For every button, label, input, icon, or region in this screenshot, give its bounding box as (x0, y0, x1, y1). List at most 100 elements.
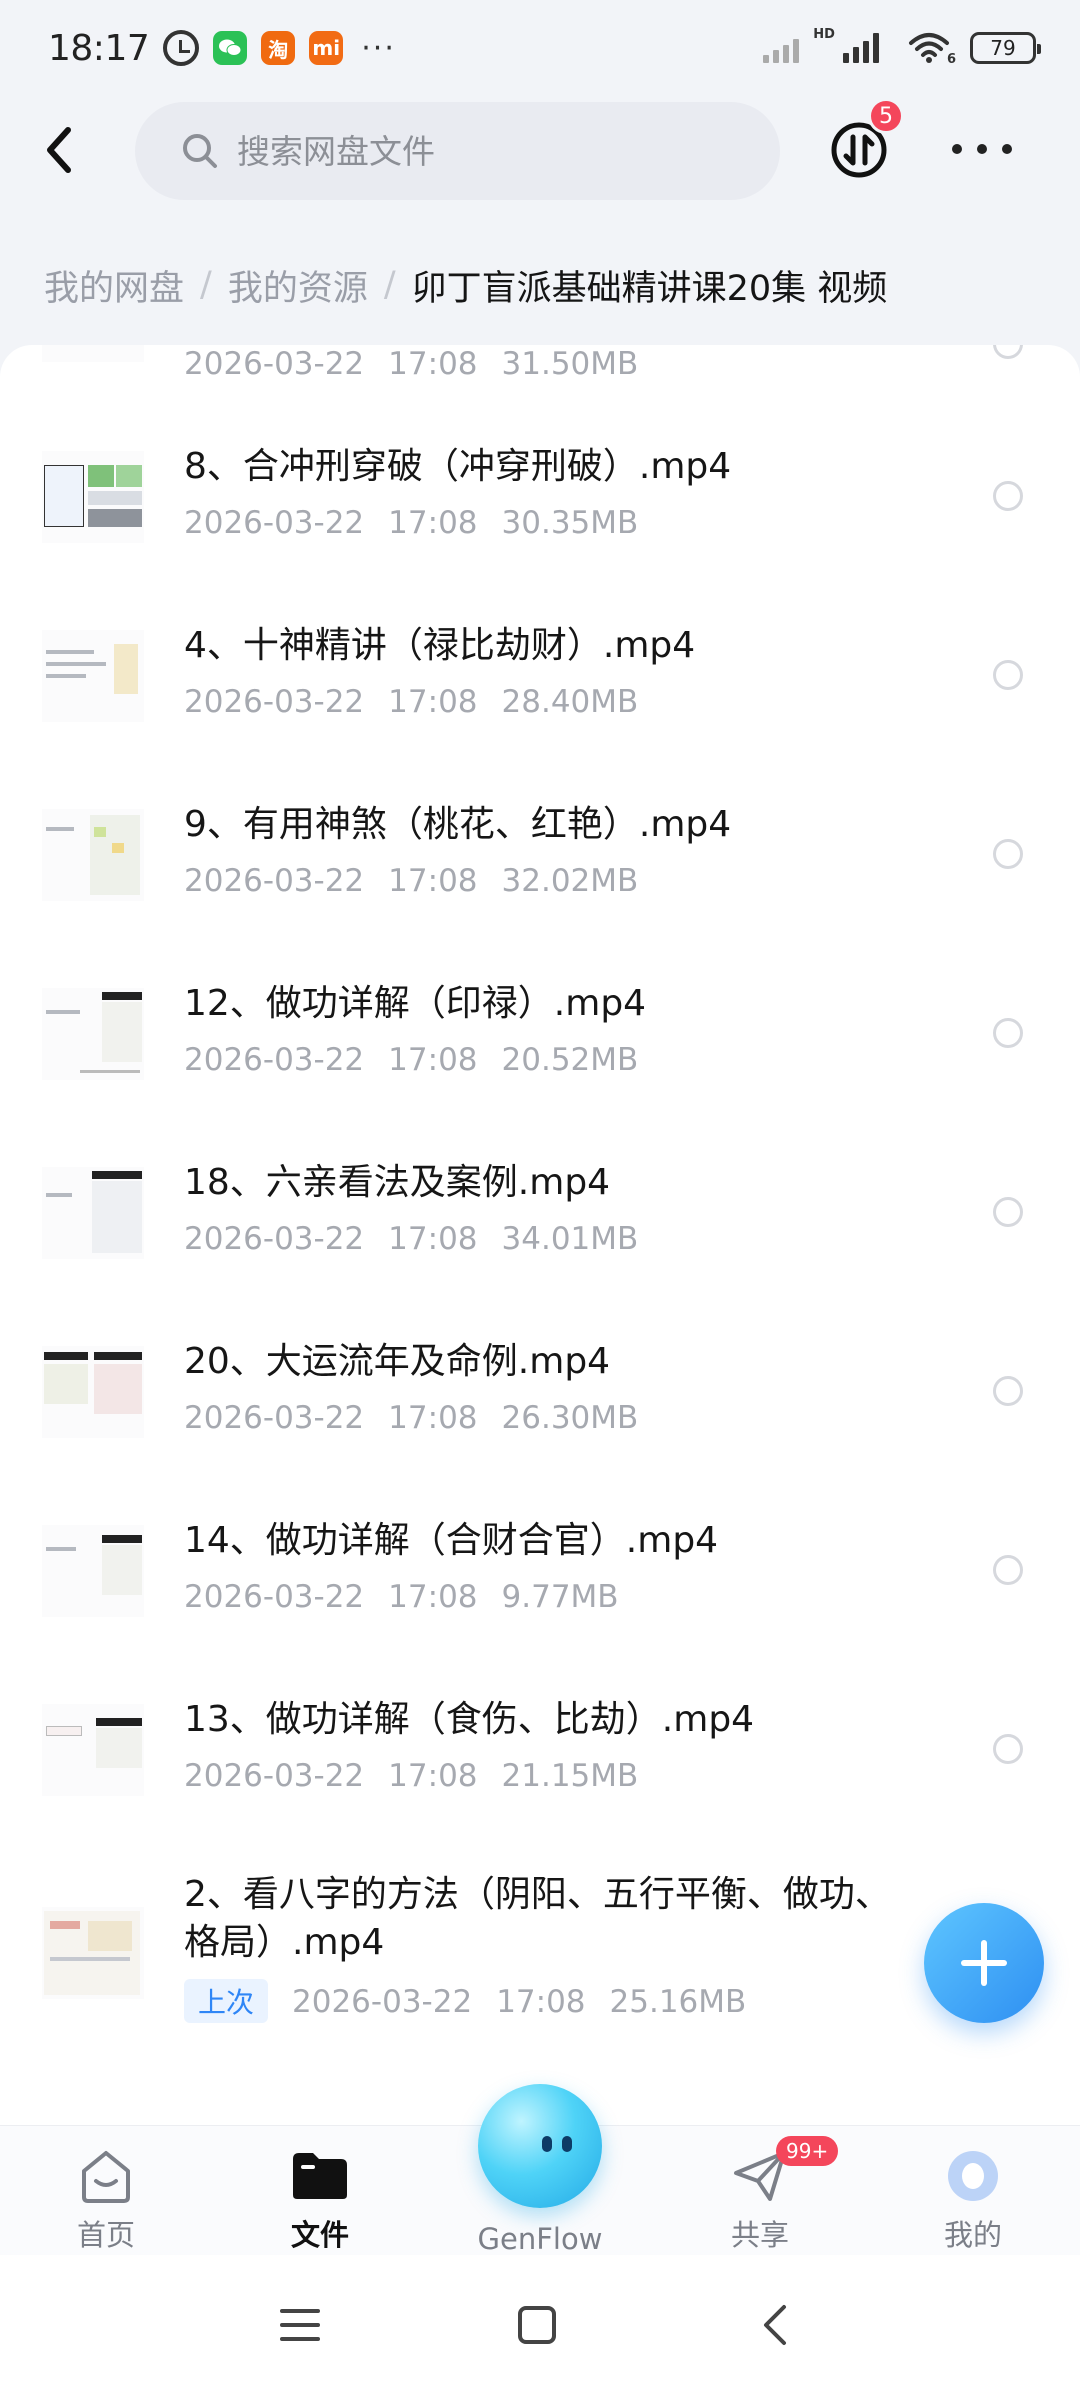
chevron-left-icon (764, 2305, 786, 2345)
file-name: 20、大运流年及命例.mp4 (184, 1341, 611, 1382)
file-row[interactable]: 13、做功详解（食伤、比劫）.mp4 2026-03-22 17:08 21.15M… (0, 1660, 1080, 1839)
file-time: 17:08 (388, 1042, 478, 1078)
file-time: 17:08 (388, 684, 478, 720)
status-time: 18:17 (48, 27, 150, 69)
file-row[interactable]: 9、有用神煞（桃花、红艳）.mp4 2026-03-22 17:08 32.02MB (0, 765, 1080, 944)
video-thumbnail (42, 345, 144, 362)
file-name: 12、做功详解（印禄）.mp4 (184, 983, 647, 1024)
breadcrumb-separator: / (200, 265, 212, 305)
file-name: 18、六亲看法及案例.mp4 (184, 1162, 611, 1203)
file-name: 14、做功详解（合财合官）.mp4 (184, 1520, 719, 1561)
more-dot-icon (1002, 144, 1012, 154)
nav-me[interactable]: 我的 (903, 2148, 1043, 2254)
file-meta: 2026-03-22 17:08 21.15MB (184, 1758, 638, 1794)
file-size: 31.50MB (501, 346, 639, 382)
file-date: 2026-03-22 (184, 346, 365, 382)
nav-genflow[interactable]: GenFlow (470, 2222, 610, 2256)
search-bar[interactable] (135, 102, 780, 200)
recents-button[interactable] (270, 2295, 330, 2355)
file-row[interactable]: 8、合冲刑穿破（冲穿刑破）.mp4 2026-03-22 17:08 30.35MB (0, 407, 1080, 586)
back-button[interactable] (36, 120, 84, 180)
file-row[interactable]: 4、十神精讲（禄比劫财）.mp4 2026-03-22 17:08 28.40MB (0, 586, 1080, 765)
add-button[interactable] (924, 1903, 1044, 2023)
file-time: 17:08 (388, 346, 478, 382)
menu-icon (280, 2309, 320, 2341)
top-bar: 5 (0, 96, 1080, 220)
file-date: 2026-03-22 (184, 1042, 365, 1078)
file-meta: 2026-03-22 17:08 9.77MB (184, 1579, 619, 1615)
status-more-icon: ··· (361, 30, 396, 66)
file-row[interactable]: 12、做功详解（印禄）.mp4 2026-03-22 17:08 20.52MB (0, 944, 1080, 1123)
last-played-tag: 上次 (184, 1979, 269, 2023)
nav-me-label: 我的 (943, 2218, 1002, 2252)
select-radio[interactable] (993, 839, 1023, 869)
file-time: 17:08 (496, 1984, 586, 2020)
video-thumbnail (42, 451, 144, 543)
nav-genflow-label: GenFlow (477, 2222, 603, 2256)
wifi-icon: 6 (907, 30, 956, 67)
select-radio[interactable] (993, 481, 1023, 511)
file-size: 21.15MB (501, 1758, 639, 1794)
file-date: 2026-03-22 (184, 505, 365, 541)
file-meta: 2026-03-22 17:08 32.02MB (184, 863, 638, 899)
select-radio[interactable] (993, 1734, 1023, 1764)
select-radio[interactable] (993, 1376, 1023, 1406)
file-size: 25.16MB (609, 1984, 747, 2020)
file-name: 9、有用神煞（桃花、红艳）.mp4 (184, 804, 732, 845)
file-row[interactable]: 18、六亲看法及案例.mp4 2026-03-22 17:08 34.01MB (0, 1123, 1080, 1302)
file-size: 34.01MB (501, 1221, 639, 1257)
nav-home-label: 首页 (76, 2218, 135, 2252)
file-name: 13、做功详解（食伤、比劫）.mp4 (184, 1699, 755, 1740)
breadcrumb-parent[interactable]: 我的资源 (228, 260, 368, 311)
file-time: 17:08 (388, 1579, 478, 1615)
avatar-icon (943, 2148, 1003, 2204)
nav-files[interactable]: 文件 (250, 2148, 390, 2254)
status-bar: 18:17 淘 mi ··· HD 6 79 (0, 0, 1080, 96)
file-size: 32.02MB (501, 863, 639, 899)
file-meta: 2026-03-22 17:08 26.30MB (184, 1400, 638, 1436)
video-thumbnail (42, 630, 144, 722)
signal-icon-sim2 (763, 33, 800, 63)
file-time: 17:08 (388, 863, 478, 899)
file-time: 17:08 (388, 505, 478, 541)
more-options-button[interactable] (952, 134, 1012, 164)
file-time: 17:08 (388, 1221, 478, 1257)
file-size: 20.52MB (501, 1042, 639, 1078)
select-radio[interactable] (993, 660, 1023, 690)
file-date: 2026-03-22 (184, 863, 365, 899)
wechat-icon (213, 31, 248, 65)
nav-share-label: 共享 (730, 2218, 789, 2252)
file-name-line1: 2、看八字的方法（阴阳、五行平衡、做功、 (184, 1874, 891, 1915)
file-row[interactable]: 2、看八字的方法（阴阳、五行平衡、做功、 格局）.mp4 上次 2026-03-2… (0, 1839, 1080, 2059)
file-date: 2026-03-22 (184, 684, 365, 720)
breadcrumb-separator: / (383, 265, 396, 305)
file-time: 17:08 (388, 1758, 478, 1794)
breadcrumb-root[interactable]: 我的网盘 (44, 260, 184, 311)
system-back-button[interactable] (745, 2295, 805, 2355)
search-input[interactable] (237, 131, 717, 171)
select-radio[interactable] (993, 1197, 1023, 1227)
nav-home[interactable]: 首页 (36, 2148, 176, 2254)
home-button[interactable] (507, 2295, 567, 2355)
file-row[interactable]: 20、大运流年及命例.mp4 2026-03-22 17:08 26.30MB (0, 1302, 1080, 1481)
genflow-orb-icon[interactable] (478, 2084, 602, 2208)
video-thumbnail (42, 809, 144, 901)
select-radio[interactable] (993, 345, 1023, 359)
video-thumbnail (42, 1346, 144, 1438)
file-name: 4、十神精讲（禄比劫财）.mp4 (184, 625, 696, 666)
file-name-line2: 格局）.mp4 (184, 1922, 385, 1963)
breadcrumb-current: 卯丁盲派基础精讲课20集 视频 (411, 268, 888, 309)
square-icon (518, 2306, 556, 2344)
select-radio[interactable] (993, 1018, 1023, 1048)
file-meta: 2026-03-22 17:08 20.52MB (184, 1042, 638, 1078)
video-thumbnail (42, 1167, 144, 1259)
video-thumbnail (42, 1704, 144, 1796)
wifi-label: 6 (946, 51, 956, 67)
select-radio[interactable] (993, 1555, 1023, 1585)
breadcrumb: 我的网盘 / 我的资源 / 卯丁盲派基础精讲课20集 视频 (44, 250, 887, 320)
system-nav-bar (0, 2255, 1080, 2400)
file-date: 2026-03-22 (184, 1758, 365, 1794)
file-row[interactable]: 14、做功详解（合财合官）.mp4 2026-03-22 17:08 9.77MB (0, 1481, 1080, 1660)
file-size: 26.30MB (501, 1400, 639, 1436)
file-row[interactable]: 2026-03-22 17:08 31.50MB (0, 345, 1080, 407)
